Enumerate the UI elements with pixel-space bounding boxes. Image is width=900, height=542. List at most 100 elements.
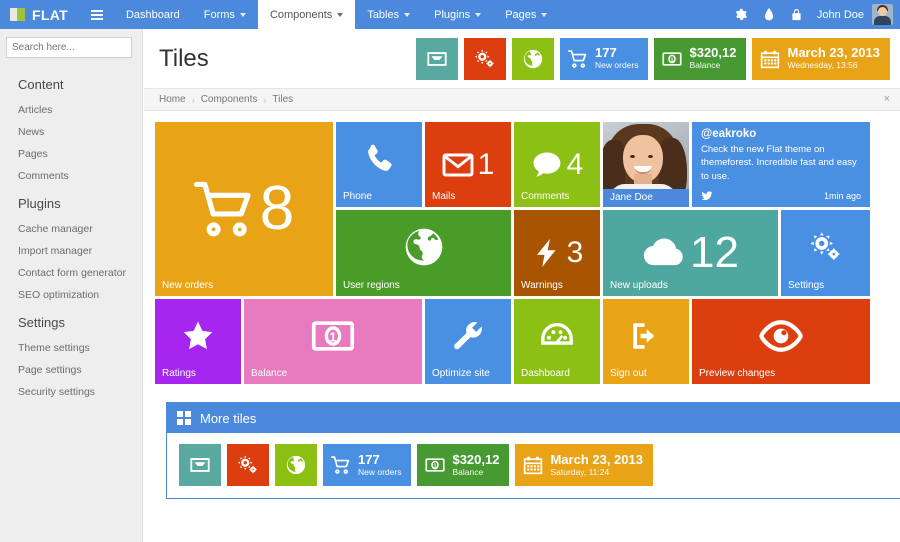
breadcrumb-tiles: Tiles <box>272 94 294 105</box>
grid-icon <box>177 411 191 425</box>
tile-content <box>692 299 870 378</box>
sidebar-item-import-manager[interactable]: Import manager <box>0 240 142 262</box>
breadcrumb-components[interactable]: Components <box>201 94 258 105</box>
header-tile-wednesday-13-56[interactable]: March 23, 2013 Wednesday, 13:56 <box>752 37 890 80</box>
header-tile-globe[interactable] <box>512 37 555 80</box>
gear-icon[interactable] <box>727 0 755 29</box>
sidebar-toggle-icon[interactable] <box>80 0 114 29</box>
breadcrumb: Home › Components › Tiles × <box>144 88 900 111</box>
tile-ratings[interactable]: Ratings <box>155 299 241 384</box>
nav-item-components[interactable]: Components <box>257 0 356 29</box>
nav-item-pages[interactable]: Pages <box>493 0 559 29</box>
sidebar-item-seo-optimization[interactable]: SEO optimization <box>0 284 142 306</box>
tile-value: March 23, 2013 <box>787 45 880 61</box>
sidebar-item-cache-manager[interactable]: Cache manager <box>0 218 142 240</box>
more-tile-globe[interactable] <box>275 444 317 486</box>
user-name-label[interactable]: John Doe <box>811 9 872 21</box>
droplet-icon[interactable] <box>755 0 783 29</box>
tile-label: New orders <box>595 60 639 71</box>
more-tile-saturday-11-24[interactable]: March 23, 2013 Saturday, 11:24 <box>515 444 653 486</box>
header-tile-new-orders[interactable]: 177 New orders <box>560 37 649 80</box>
tile-content <box>425 299 511 378</box>
more-tiles-panel: More tiles 177 New orders 1 $320,12 Balance M… <box>166 402 900 499</box>
tile-content: 1 <box>244 299 422 378</box>
header-tile-inbox[interactable] <box>416 37 459 80</box>
sidebar-group-plugins: Plugins <box>18 196 61 211</box>
more-tile-new-orders[interactable]: 177 New orders <box>323 444 412 486</box>
close-icon[interactable]: × <box>884 94 890 105</box>
star-icon <box>181 319 215 353</box>
sidebar-item-page-settings[interactable]: Page settings <box>0 359 142 381</box>
tile-settings[interactable]: Settings <box>781 210 870 296</box>
tile-phone[interactable]: Phone <box>336 122 422 207</box>
calendar-icon <box>523 455 543 475</box>
avatar[interactable] <box>872 4 893 25</box>
tile-label: Saturday, 11:24 <box>550 466 610 477</box>
tile-label: Optimize site <box>432 368 490 379</box>
tile-preview-changes[interactable]: Preview changes <box>692 299 870 384</box>
more-tile-gears[interactable] <box>227 444 269 486</box>
tile-mails[interactable]: 1 Mails <box>425 122 511 207</box>
tile-label: Phone <box>343 191 372 202</box>
sidebar: Content Articles News Pages Comments Plu… <box>0 29 160 542</box>
gears-icon <box>474 48 496 70</box>
chevron-down-icon <box>239 12 246 17</box>
tile-dashboard[interactable]: Dashboard <box>514 299 600 384</box>
sidebar-item-theme-settings[interactable]: Theme settings <box>0 337 142 359</box>
tile-optimize-site[interactable]: Optimize site <box>425 299 511 384</box>
sidebar-item-security-settings[interactable]: Security settings <box>0 381 142 403</box>
nav-item-tables[interactable]: Tables <box>355 0 422 29</box>
header-tile-gears[interactable] <box>464 37 507 80</box>
tile-twitter-feed[interactable]: @eakroko Check the new Flat theme on them… <box>692 122 870 207</box>
more-tile-inbox[interactable] <box>179 444 221 486</box>
gears-icon <box>809 230 843 264</box>
tweet-footer: 1min ago <box>701 190 861 202</box>
breadcrumb-home[interactable]: Home <box>159 94 186 105</box>
tile-new-orders[interactable]: 8 New orders <box>155 122 333 296</box>
tile-user-regions[interactable]: User regions <box>336 210 511 296</box>
search-box <box>6 37 160 58</box>
cart-icon <box>331 455 351 475</box>
tile-new-uploads[interactable]: 12 New uploads <box>603 210 778 296</box>
svg-text:1: 1 <box>329 329 336 344</box>
tile-content: 8 <box>155 122 333 296</box>
tile-label: Ratings <box>162 368 196 379</box>
main-content: Tiles 177 New orders 1 $320,12 Balance March … <box>144 29 900 542</box>
flat-logo-icon <box>10 7 25 22</box>
sidebar-search <box>0 29 160 62</box>
main-nav: Dashboard Forms Components Tables Plugin… <box>114 0 559 29</box>
tile-text: $320,12 Balance <box>689 46 736 70</box>
nav-item-plugins[interactable]: Plugins <box>422 0 493 29</box>
tile-warnings[interactable]: 3 Warnings <box>514 210 600 296</box>
lock-icon[interactable] <box>783 0 811 29</box>
sidebar-menu: Content Articles News Pages Comments Plu… <box>0 62 142 403</box>
sidebar-item-news[interactable]: News <box>0 121 142 143</box>
eye-icon <box>759 314 803 358</box>
tile-comments[interactable]: 4 Comments <box>514 122 600 207</box>
chevron-down-icon <box>337 12 344 17</box>
more-tile-balance[interactable]: 1 $320,12 Balance <box>417 444 510 486</box>
nav-item-dashboard[interactable]: Dashboard <box>114 0 192 29</box>
sidebar-item-pages[interactable]: Pages <box>0 143 142 165</box>
calendar-icon <box>760 49 780 69</box>
header-tile-balance[interactable]: 1 $320,12 Balance <box>654 37 747 80</box>
tile-label: Wednesday, 13:56 <box>787 60 858 71</box>
more-tiles-title: More tiles <box>200 410 257 426</box>
sidebar-item-articles[interactable]: Articles <box>0 99 142 121</box>
tile-grid: 8 New orders Phone 1 Mails 4 Comments Jane Doe @… <box>155 122 890 392</box>
sidebar-item-contact-form-generator[interactable]: Contact form generator <box>0 262 142 284</box>
nav-item-forms[interactable]: Forms <box>192 0 258 29</box>
tile-sign-out[interactable]: Sign out <box>603 299 689 384</box>
sidebar-item-comments[interactable]: Comments <box>0 165 142 187</box>
brand-label: FLAT <box>32 6 68 23</box>
tile-number: 4 <box>566 147 584 181</box>
tile-label: Mails <box>432 191 456 202</box>
tile-label: Comments <box>521 191 570 202</box>
search-input[interactable] <box>7 38 149 57</box>
tile-balance[interactable]: 1 Balance <box>244 299 422 384</box>
tile-jane-doe[interactable]: Jane Doe <box>603 122 689 207</box>
tile-label: New orders <box>162 280 214 291</box>
brand-logo-link[interactable]: FLAT <box>0 0 80 29</box>
top-navbar: FLAT Dashboard Forms Components Tables P… <box>0 0 900 29</box>
tile-label: Balance <box>452 466 484 477</box>
